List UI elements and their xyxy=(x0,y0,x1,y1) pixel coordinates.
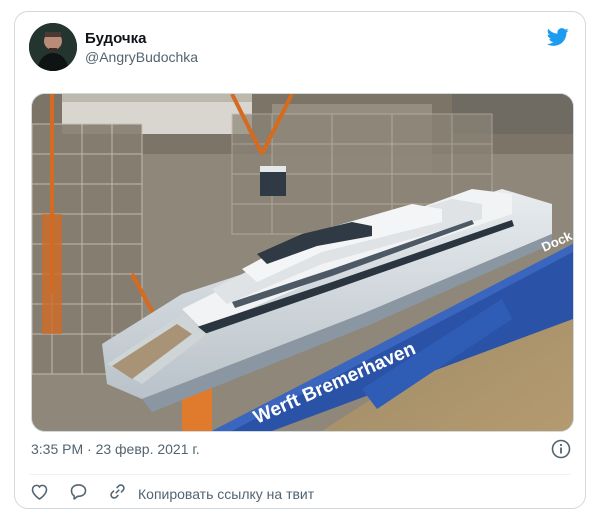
copy-link-button[interactable]: Копировать ссылку на твит xyxy=(107,481,314,507)
twitter-bird-icon[interactable] xyxy=(545,26,571,48)
author-info[interactable]: Будочка @AngryBudochka xyxy=(85,29,198,67)
tweet-card: Будочка @AngryBudochka Werft Bremerhaven… xyxy=(14,11,586,509)
info-icon[interactable] xyxy=(551,439,571,459)
heart-icon xyxy=(29,481,50,507)
tweet-timestamp[interactable]: 3:35 PM · 23 февр. 2021 г. xyxy=(31,441,200,457)
copy-link-label: Копировать ссылку на твит xyxy=(138,486,315,502)
reply-icon xyxy=(68,481,89,507)
like-button[interactable] xyxy=(29,481,50,507)
reply-button[interactable] xyxy=(68,481,89,507)
author-name[interactable]: Будочка xyxy=(85,29,198,48)
avatar[interactable] xyxy=(29,23,77,71)
tweet-photo[interactable]: Werft Bremerhaven Dock xyxy=(31,93,574,432)
tweet-actions: Копировать ссылку на твит xyxy=(29,482,332,506)
divider xyxy=(29,474,571,475)
author-handle[interactable]: @AngryBudochka xyxy=(85,48,198,67)
link-icon xyxy=(107,481,128,507)
